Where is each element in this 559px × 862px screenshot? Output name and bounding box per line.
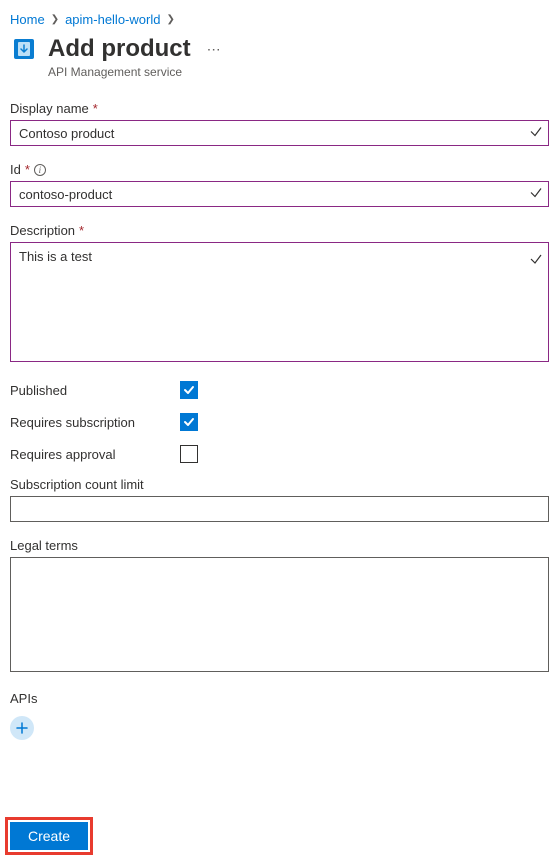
requires-subscription-checkbox[interactable]: [180, 413, 198, 431]
id-label: Id* i: [10, 162, 549, 177]
page-header: Add product ⋯: [10, 35, 549, 63]
page-title: Add product: [48, 35, 191, 63]
apis-label: APIs: [10, 691, 549, 706]
requires-approval-label: Requires approval: [10, 447, 180, 462]
description-input[interactable]: [10, 242, 549, 362]
subscription-limit-label: Subscription count limit: [10, 477, 549, 492]
page-subtitle: API Management service: [48, 65, 549, 79]
breadcrumb-service[interactable]: apim-hello-world: [65, 12, 160, 27]
breadcrumb-home[interactable]: Home: [10, 12, 45, 27]
id-input[interactable]: [10, 181, 549, 207]
published-label: Published: [10, 383, 180, 398]
legal-terms-input[interactable]: [10, 557, 549, 672]
apim-service-icon: [10, 35, 38, 63]
breadcrumb: Home ❯ apim-hello-world ❯: [10, 12, 549, 27]
subscription-limit-input[interactable]: [10, 496, 549, 522]
description-label: Description*: [10, 223, 549, 238]
display-name-input[interactable]: [10, 120, 549, 146]
display-name-label: Display name*: [10, 101, 549, 116]
create-button[interactable]: Create: [10, 822, 88, 850]
legal-terms-label: Legal terms: [10, 538, 549, 553]
chevron-right-icon: ❯: [51, 14, 59, 25]
requires-subscription-label: Requires subscription: [10, 415, 180, 430]
plus-icon: [16, 722, 28, 734]
chevron-right-icon: ❯: [166, 14, 174, 25]
add-api-button[interactable]: [10, 716, 34, 740]
more-actions-icon[interactable]: ⋯: [207, 41, 222, 58]
info-icon[interactable]: i: [34, 164, 46, 176]
requires-approval-checkbox[interactable]: [180, 445, 198, 463]
published-checkbox[interactable]: [180, 381, 198, 399]
